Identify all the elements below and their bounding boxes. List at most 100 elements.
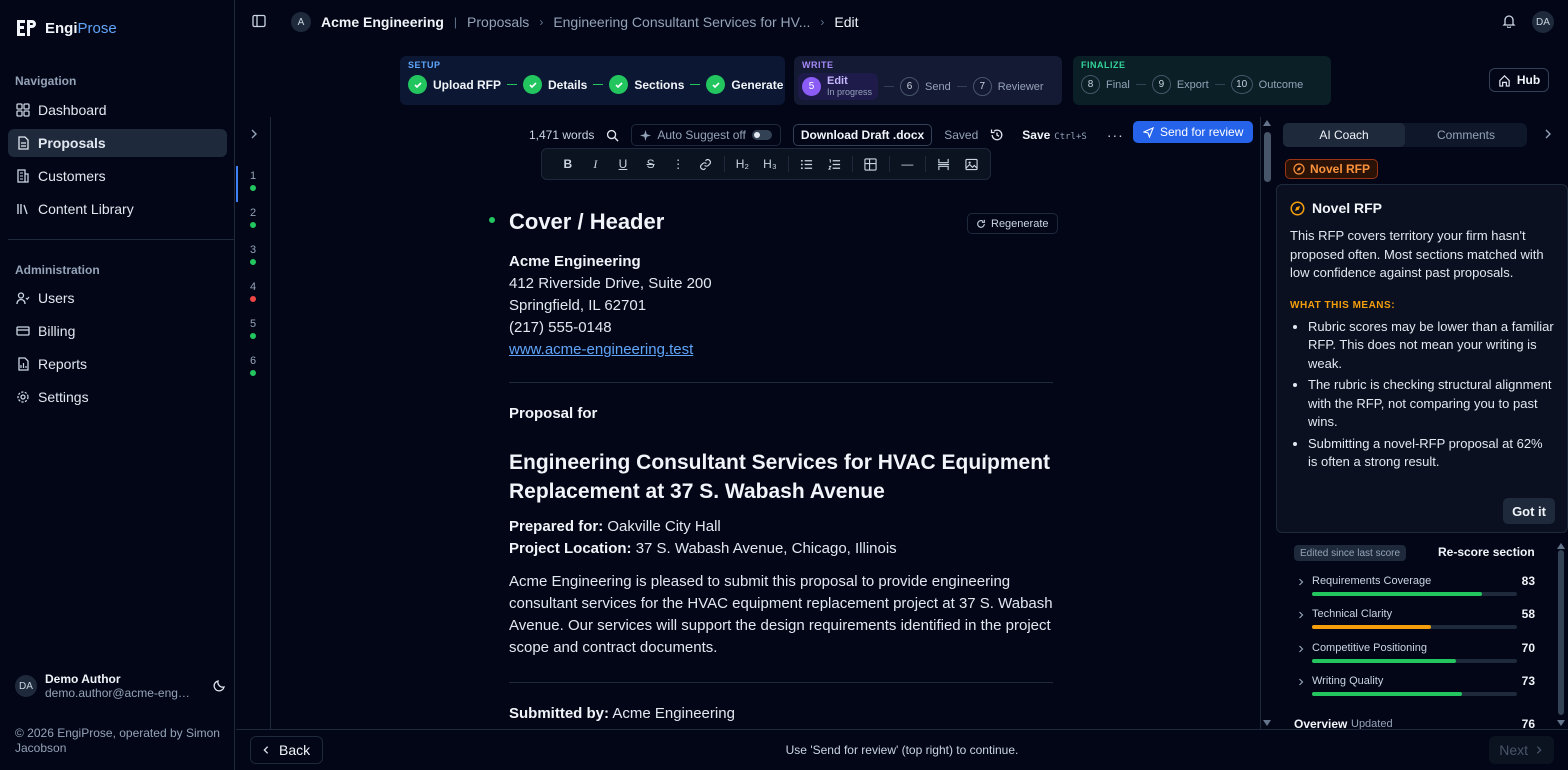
insert-table-button[interactable] bbox=[857, 152, 885, 176]
phone: (217) 555-0148 bbox=[509, 319, 612, 336]
step-number[interactable]: 7 bbox=[972, 77, 992, 96]
scroll-up-icon[interactable] bbox=[1557, 543, 1565, 549]
scroll-up-icon[interactable] bbox=[1263, 120, 1271, 126]
overview-title: Overview bbox=[1294, 718, 1348, 729]
nav-item-content-library[interactable]: Content Library bbox=[8, 195, 227, 223]
nav-item-customers[interactable]: Customers bbox=[8, 162, 227, 190]
rescore-section-button[interactable]: Re-score section bbox=[1438, 545, 1535, 559]
novel-rfp-badge[interactable]: Novel RFP bbox=[1285, 159, 1379, 179]
user-avatar-button[interactable]: DA bbox=[1532, 11, 1554, 33]
nav-label: Proposals bbox=[38, 135, 106, 151]
image-icon bbox=[965, 158, 978, 170]
breadcrumb-proposals[interactable]: Proposals bbox=[467, 14, 529, 30]
rail-section-6[interactable]: 6 bbox=[236, 355, 271, 391]
submitted-by: Submitted by: Acme Engineering bbox=[509, 705, 735, 722]
insert-image-button[interactable] bbox=[958, 152, 986, 176]
section-number: 3 bbox=[250, 244, 257, 256]
stage-write: WRITE 5 Edit In progress 6 Send 7 Reviewe… bbox=[794, 56, 1062, 105]
nav-item-dashboard[interactable]: Dashboard bbox=[8, 96, 227, 124]
step-sections[interactable]: Sections bbox=[609, 75, 684, 94]
brand-logo[interactable]: EngiProse bbox=[15, 18, 117, 38]
nav-item-settings[interactable]: Settings bbox=[8, 383, 227, 411]
heading-3-button[interactable]: H₃ bbox=[756, 152, 784, 176]
step-number[interactable]: 6 bbox=[900, 77, 920, 96]
saved-status: Saved bbox=[944, 128, 979, 142]
metric-bar bbox=[1312, 658, 1517, 663]
tab-comments[interactable]: Comments bbox=[1405, 123, 1527, 147]
download-draft-button[interactable]: Download Draft .docx bbox=[792, 124, 933, 146]
step-send[interactable]: Send bbox=[925, 81, 951, 93]
step-number[interactable]: 10 bbox=[1230, 75, 1253, 94]
page-break-button[interactable] bbox=[930, 152, 958, 176]
rail-section-1[interactable]: 1 bbox=[236, 166, 271, 206]
rail-section-2[interactable]: 2 bbox=[236, 207, 271, 243]
overview-row[interactable]: Overview Updated 76 bbox=[1283, 718, 1545, 729]
sparkle-icon bbox=[640, 129, 652, 141]
step-generate[interactable]: Generate bbox=[706, 75, 783, 94]
hub-button[interactable]: Hub bbox=[1489, 68, 1549, 92]
got-it-button[interactable]: Got it bbox=[1503, 498, 1555, 524]
score-metric[interactable]: Requirements Coverage 83 bbox=[1283, 574, 1545, 604]
step-details[interactable]: Details bbox=[523, 75, 587, 94]
breadcrumb-proposal[interactable]: Engineering Consultant Services for HV..… bbox=[553, 14, 810, 30]
step-number[interactable]: 8 bbox=[1081, 75, 1100, 94]
auto-suggest-toggle[interactable]: Auto Suggest off bbox=[631, 124, 781, 146]
editor-scrollbar[interactable] bbox=[1260, 117, 1273, 729]
scroll-thumb[interactable] bbox=[1264, 132, 1271, 182]
score-metric[interactable]: Competitive Positioning 70 bbox=[1283, 641, 1545, 671]
step-upload-rfp[interactable]: Upload RFP bbox=[408, 75, 501, 94]
horizontal-rule-button[interactable]: — bbox=[894, 152, 922, 176]
tab-ai-coach[interactable]: AI Coach bbox=[1283, 123, 1405, 147]
bell-icon[interactable] bbox=[1502, 14, 1516, 28]
nav-item-reports[interactable]: Reports bbox=[8, 350, 227, 378]
panel-scrollbar[interactable] bbox=[1554, 540, 1568, 729]
numbered-list-button[interactable] bbox=[820, 152, 848, 176]
score-metric[interactable]: Writing Quality 73 bbox=[1283, 674, 1545, 704]
italic-button[interactable]: I bbox=[582, 152, 610, 176]
step-number[interactable]: 9 bbox=[1151, 75, 1171, 94]
website-link[interactable]: www.acme-engineering.test bbox=[509, 341, 693, 358]
nav-label: Dashboard bbox=[38, 102, 107, 118]
panel-tabs: AI Coach Comments bbox=[1283, 123, 1527, 147]
strikethrough-button[interactable]: S bbox=[637, 152, 665, 176]
next-button[interactable]: Next bbox=[1489, 736, 1554, 764]
metric-bar-fill bbox=[1312, 691, 1462, 696]
underline-button[interactable]: U bbox=[609, 152, 637, 176]
nav-item-users[interactable]: Users bbox=[8, 284, 227, 312]
scroll-down-icon[interactable] bbox=[1263, 720, 1271, 726]
heading-2-button[interactable]: H₂ bbox=[729, 152, 757, 176]
scroll-thumb[interactable] bbox=[1558, 550, 1564, 715]
step-edit[interactable]: 5 Edit In progress bbox=[798, 73, 879, 100]
toggle-switch[interactable] bbox=[751, 130, 772, 140]
document-content[interactable]: Cover / Header Acme Engineering 412 Rive… bbox=[509, 209, 1053, 722]
step-final[interactable]: Final bbox=[1106, 79, 1130, 91]
step-outcome[interactable]: Outcome bbox=[1259, 79, 1304, 91]
sidebar-toggle-icon[interactable] bbox=[252, 14, 266, 28]
save-button[interactable]: Save Ctrl+S bbox=[1022, 128, 1087, 142]
link-button[interactable] bbox=[692, 152, 720, 176]
nav-item-proposals[interactable]: Proposals bbox=[8, 129, 227, 157]
bold-button[interactable]: B bbox=[554, 152, 582, 176]
user-profile[interactable]: DA Demo Author demo.author@acme-engineer… bbox=[15, 672, 227, 700]
score-metric[interactable]: Technical Clarity 58 bbox=[1283, 607, 1545, 637]
chevron-right-icon[interactable] bbox=[1542, 128, 1554, 140]
more-options-icon[interactable]: ··· bbox=[1107, 127, 1124, 143]
rail-section-3[interactable]: 3 bbox=[236, 244, 271, 280]
history-icon[interactable] bbox=[990, 128, 1004, 142]
company-name: Acme Engineering bbox=[509, 253, 641, 270]
rail-section-5[interactable]: 5 bbox=[236, 318, 271, 354]
chevron-right-icon[interactable] bbox=[248, 128, 260, 140]
bullet-list-button[interactable] bbox=[793, 152, 821, 176]
company-address: Acme Engineering 412 Riverside Drive, Su… bbox=[509, 251, 1053, 361]
send-for-review-button[interactable]: Send for review bbox=[1133, 121, 1254, 143]
breadcrumb-org[interactable]: Acme Engineering bbox=[321, 14, 444, 30]
nav-item-billing[interactable]: Billing bbox=[8, 317, 227, 345]
search-icon[interactable] bbox=[606, 129, 619, 142]
section-rail: 1 2 3 4 5 6 bbox=[236, 117, 271, 729]
rail-section-4[interactable]: 4 bbox=[236, 281, 271, 317]
more-format-button[interactable]: ⋮ bbox=[664, 152, 692, 176]
step-export[interactable]: Export bbox=[1177, 79, 1209, 91]
step-reviewer[interactable]: Reviewer bbox=[998, 81, 1044, 93]
scroll-down-icon[interactable] bbox=[1557, 720, 1565, 726]
moon-icon[interactable] bbox=[213, 678, 227, 692]
